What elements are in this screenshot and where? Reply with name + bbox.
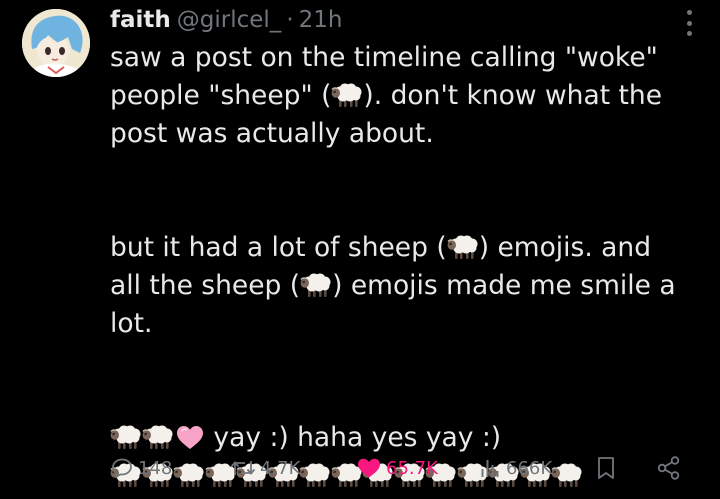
text-segment: all the sheep (: [110, 270, 301, 301]
text-segment: ) emojis. and: [478, 232, 652, 263]
like-count: 65.7K: [386, 457, 438, 479]
display-name[interactable]: faith: [110, 7, 171, 33]
views-count: 666K: [506, 457, 553, 479]
bookmark-icon: [598, 457, 614, 479]
avatar[interactable]: [22, 9, 90, 77]
user-handle[interactable]: @girlcel_: [177, 7, 282, 33]
bookmark-button[interactable]: [594, 452, 622, 484]
more-dots-icon[interactable]: [686, 10, 692, 36]
sheep-emoji: [447, 233, 479, 259]
text-segment: ) emojis made me smile a: [332, 270, 676, 301]
tweet-text: saw a post on the timeline calling "woke…: [110, 39, 705, 495]
reply-icon: [112, 458, 132, 478]
pink-heart-emoji: [175, 423, 205, 451]
reply-count: 148: [138, 457, 173, 479]
text-line: but it had a lot of sheep ( ) emojis. and: [110, 229, 705, 267]
retweet-icon: [230, 461, 256, 475]
share-button[interactable]: [656, 452, 686, 484]
sheep-emoji: [300, 271, 332, 297]
share-icon: [657, 456, 680, 480]
text-segment: saw a post on the timeline calling "woke…: [110, 42, 658, 73]
avatar-image: [22, 9, 90, 77]
heart-icon: [358, 458, 380, 478]
tweet-header: faith @girlcel_ · 21h: [110, 2, 342, 38]
text-line: saw a post on the timeline calling "woke…: [110, 39, 705, 77]
reply-button[interactable]: 148: [110, 452, 172, 484]
text-segment: ). don't know what the: [363, 80, 662, 111]
sheep-emoji: [110, 423, 142, 449]
text-segment: lot.: [110, 308, 153, 339]
views-button[interactable]: 666K: [478, 452, 552, 484]
separator-dot: ·: [286, 7, 294, 33]
text-segment: but it had a lot of sheep (: [110, 232, 447, 263]
text-segment: yay :) haha yes yay :): [205, 422, 502, 453]
like-button[interactable]: 65.7K: [356, 452, 438, 484]
sheep-emoji: [142, 423, 174, 449]
retweet-count: 4.7K: [260, 457, 301, 479]
text-segment: post was actually about.: [110, 118, 434, 149]
text-line: all the sheep ( ) emojis made me smile a: [110, 267, 705, 305]
action-bar: 148 4.7K 65.7K 666K: [110, 452, 700, 484]
sheep-emoji: [331, 81, 363, 107]
text-line: people "sheep" ( ). don't know what the: [110, 77, 705, 115]
views-chart-icon: [481, 460, 499, 477]
text-segment: people "sheep" (: [110, 80, 332, 111]
text-line: lot.: [110, 305, 705, 343]
retweet-button[interactable]: 4.7K: [230, 452, 300, 484]
timestamp[interactable]: 21h: [299, 7, 343, 33]
tweet[interactable]: faith @girlcel_ · 21h saw a post on the …: [0, 0, 720, 487]
text-line: post was actually about.: [110, 115, 705, 153]
